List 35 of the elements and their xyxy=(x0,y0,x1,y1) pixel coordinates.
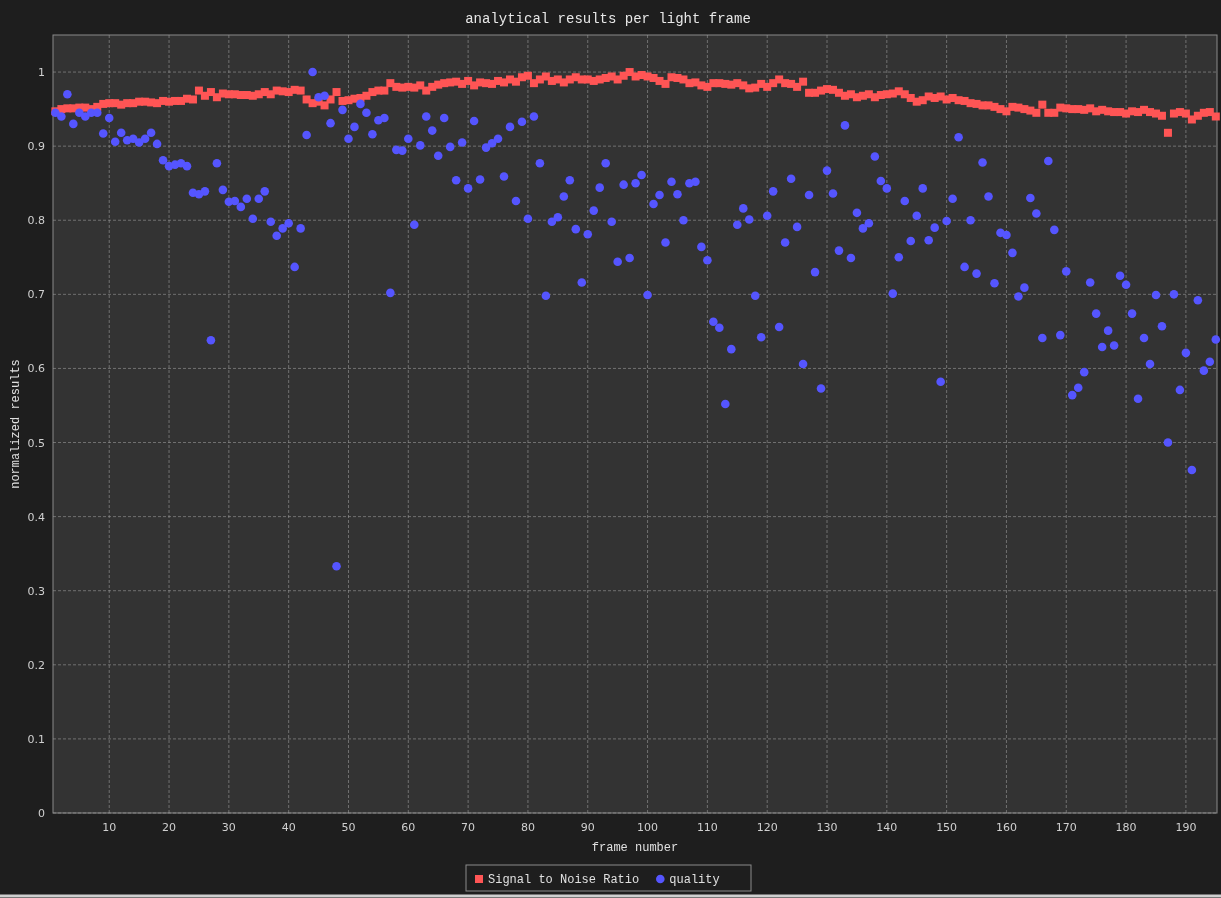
legend-label: quality xyxy=(669,873,720,887)
legend-label: Signal to Noise Ratio xyxy=(488,873,640,887)
chart-title: analytical results per light frame xyxy=(465,11,751,27)
x-tick-label: 90 xyxy=(580,821,595,834)
x-tick-label: 60 xyxy=(401,821,416,834)
x-tick-label: 130 xyxy=(816,821,838,834)
y-tick-label: 0.8 xyxy=(27,214,45,228)
x-tick-label: 160 xyxy=(995,821,1017,834)
x-tick-label: 140 xyxy=(876,821,898,834)
y-tick-label: 0.5 xyxy=(27,436,45,450)
x-tick-label: 40 xyxy=(281,821,296,834)
x-tick-label: 150 xyxy=(936,821,958,834)
y-axis-label: normalized results xyxy=(9,359,23,489)
x-tick-label: 170 xyxy=(1055,821,1077,834)
x-tick-label: 30 xyxy=(221,821,236,834)
x-tick-label: 110 xyxy=(696,821,718,834)
x-tick-label: 180 xyxy=(1115,821,1137,834)
y-tick-label: 1 xyxy=(38,66,45,80)
x-tick-label: 120 xyxy=(756,821,778,834)
x-tick-label: 190 xyxy=(1175,821,1197,834)
y-tick-label: 0 xyxy=(38,807,45,820)
x-tick-label: 70 xyxy=(461,821,476,834)
x-tick-label: 50 xyxy=(341,821,356,834)
x-tick-label: 10 xyxy=(102,821,117,834)
y-tick-label: 0.9 xyxy=(27,140,45,154)
y-tick-label: 0.4 xyxy=(27,510,45,524)
x-tick-label: 20 xyxy=(162,821,177,834)
y-tick-label: 0.3 xyxy=(27,584,45,598)
x-axis-label: frame number xyxy=(591,841,679,855)
y-tick-label: 0.1 xyxy=(27,732,45,746)
y-tick-label: 0.2 xyxy=(27,658,45,672)
x-tick-label: 100 xyxy=(637,821,659,834)
x-tick-label: 80 xyxy=(520,821,535,834)
y-tick-label: 0.7 xyxy=(27,288,45,302)
y-tick-label: 0.6 xyxy=(27,362,45,376)
